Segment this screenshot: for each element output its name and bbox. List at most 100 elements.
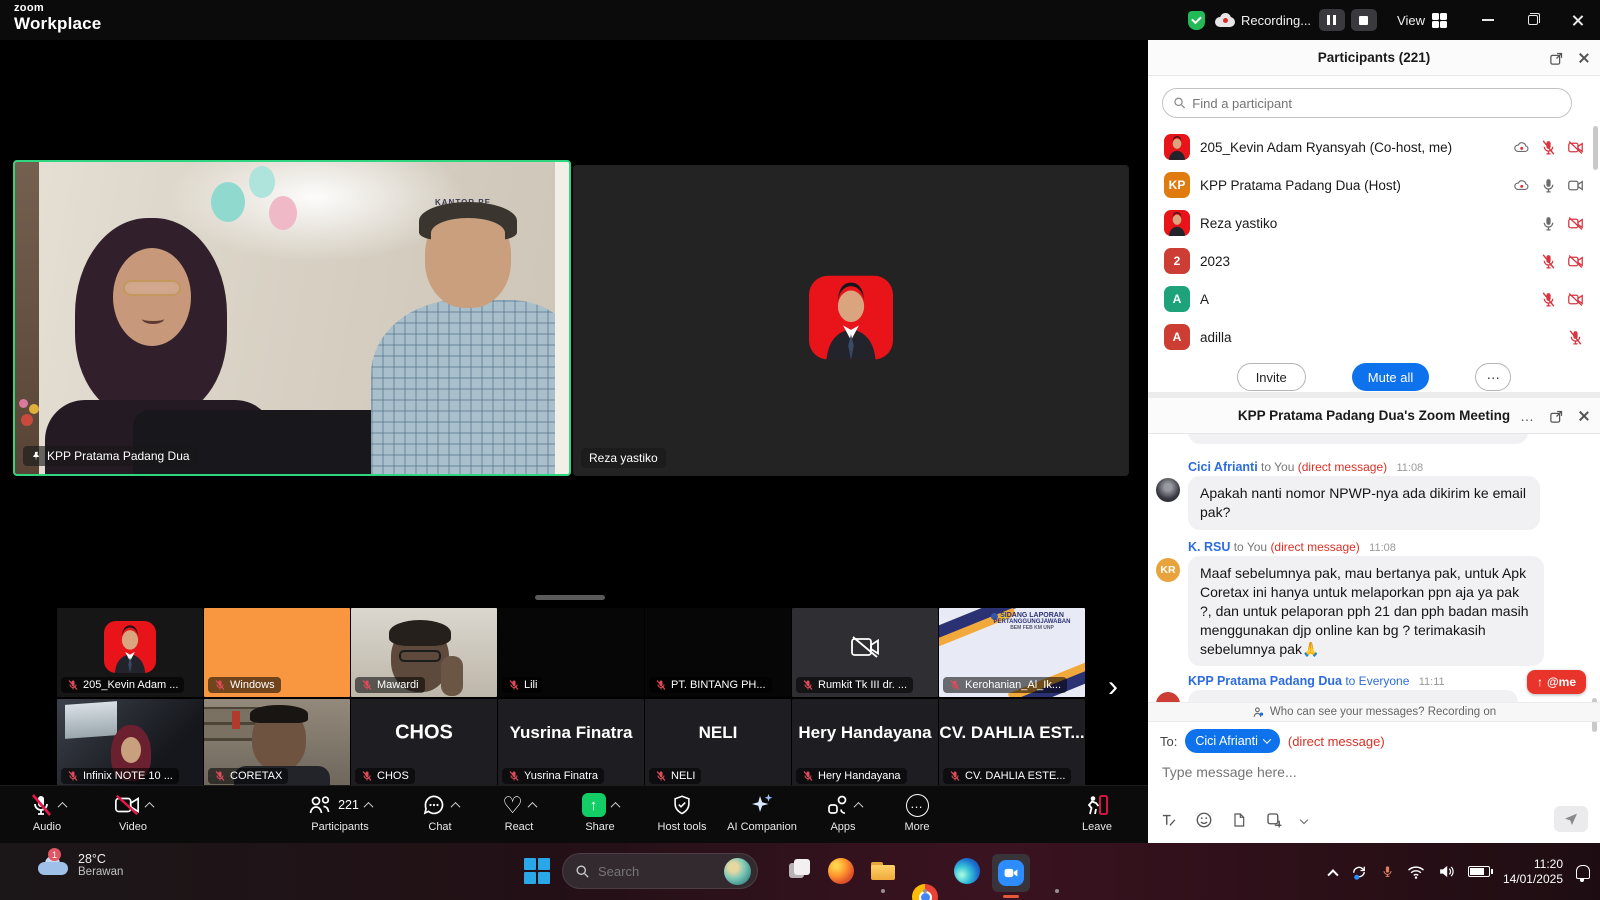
message-bubble: Maaf sebelumnya pak, mau bertanya pak, u… [1188,556,1544,666]
sender-name[interactable]: Cici Afrianti [1188,460,1258,474]
react-options-chevron[interactable] [527,801,537,811]
audio-button[interactable]: Audio [2,791,92,841]
close-button[interactable] [1555,0,1600,40]
filmstrip-drag-handle[interactable] [535,595,605,600]
send-button[interactable] [1554,806,1588,832]
firefox-icon[interactable] [828,858,854,884]
participant-row[interactable]: 2 2023 [1148,242,1600,280]
chat-menu-icon[interactable]: … [1520,411,1535,421]
video-tile[interactable]: Windows [204,608,350,697]
video-tile[interactable]: 205_Kevin Adam ... [57,608,203,697]
task-view-button[interactable] [786,858,812,884]
wifi-icon[interactable] [1407,865,1425,879]
more-dots-icon: … [906,794,929,817]
participant-search[interactable] [1162,88,1572,118]
microphone-tray-icon[interactable] [1381,863,1394,880]
video-button[interactable]: Video [88,791,178,841]
participant-video-tile-reza[interactable]: Reza yastiko [573,165,1129,476]
chat-title: KPP Pratama Padang Dua's Zoom Meeting [1238,408,1510,423]
view-button-label[interactable]: View [1397,13,1425,28]
jump-to-mention-button[interactable]: ↑ @me [1527,670,1586,694]
screenshot-icon[interactable] [1265,811,1283,829]
recipient: to Everyone [1345,674,1409,688]
video-tile[interactable]: Lili [498,608,644,697]
maximize-button[interactable] [1510,0,1555,40]
battery-icon[interactable] [1468,866,1490,877]
audio-options-chevron[interactable] [57,801,67,811]
participant-row[interactable]: Reza yastiko [1148,204,1600,242]
participant-row[interactable]: A adilla [1148,318,1600,356]
participants-options-chevron[interactable] [363,801,373,811]
share-options-chevron[interactable] [610,801,620,811]
file-attach-icon[interactable] [1231,811,1247,829]
popout-icon[interactable] [1549,409,1564,424]
tile-center-name: NELI [645,723,791,743]
apps-options-chevron[interactable] [853,801,863,811]
mic-on-icon [1540,177,1557,194]
avatar [1164,134,1190,160]
leave-button[interactable]: Leave [1052,791,1142,841]
active-speaker-tile[interactable]: KANTOR PE PAJAK PR PAD KPP Pratama Padan… [13,160,571,476]
avatar: A [1164,286,1190,312]
video-tile[interactable]: CORETAX [204,699,350,788]
minimize-button[interactable] [1465,0,1510,40]
participant-row[interactable]: A A [1148,280,1600,318]
stop-recording-button[interactable] [1351,9,1377,31]
chat-privacy-note[interactable]: Who can see your messages? Recording on [1148,702,1600,722]
sender-name[interactable]: KPP Pratama Padang Dua [1188,674,1342,688]
video-tile[interactable]: Yusrina Finatra Yusrina Finatra [498,699,644,788]
view-grid-icon[interactable] [1432,13,1447,28]
participant-search-input[interactable] [1192,96,1561,111]
weather-widget[interactable]: 1 28°C Berawan [38,852,123,878]
video-tile[interactable]: PT. BINTANG PH... [645,608,791,697]
react-button[interactable]: ♡ React [474,791,564,841]
video-tile[interactable]: Infinix NOTE 10 ... [57,699,203,788]
chat-button[interactable]: Chat [395,791,485,841]
chat-messages[interactable]: Cici Afrianti to You (direct message) 11… [1148,434,1600,702]
popout-icon[interactable] [1549,51,1564,66]
video-tile[interactable]: CHOS CHOS [351,699,497,788]
sync-icon[interactable] [1350,863,1368,881]
speaker-icon[interactable] [1438,864,1455,879]
participants-scrollbar[interactable] [1593,126,1598,170]
mute-all-button[interactable]: Mute all [1352,363,1430,391]
recipient-dropdown[interactable]: Cici Afrianti [1185,729,1280,753]
clock-widget[interactable]: 11:20 14/01/2025 [1503,857,1563,887]
close-panel-icon[interactable] [1578,52,1590,64]
invite-button[interactable]: Invite [1237,363,1306,391]
hidden-icons-chevron[interactable] [1327,869,1338,880]
file-explorer-icon[interactable] [870,858,896,884]
video-tile[interactable]: NELI NELI [645,699,791,788]
chat-options-chevron[interactable] [450,801,460,811]
coretax-binder [232,711,240,729]
participants-more-button[interactable]: … [1475,363,1511,391]
video-options-chevron[interactable] [144,801,154,811]
participant-row[interactable]: KP KPP Pratama Padang Dua (Host) [1148,166,1600,204]
mic-off-icon [361,679,373,691]
chat-message-input[interactable] [1162,764,1582,780]
more-button[interactable]: … More [872,791,962,841]
banner-text: SIDANG LAPORAN PERTANGGUNGJAWABAN BEM FE… [982,612,1082,631]
participants-button[interactable]: 221 Participants [285,791,395,841]
close-panel-icon[interactable] [1578,410,1590,422]
right-sidebar: Participants (221) 205_Kevin Adam Ryansy… [1148,40,1600,843]
taskbar-search[interactable] [562,853,758,889]
video-tile[interactable]: Hery Handayana Hery Handayana [792,699,938,788]
edge-icon[interactable] [954,858,980,884]
zoom-app-taskbar-button[interactable] [992,854,1030,892]
emoji-icon[interactable] [1195,811,1213,829]
format-text-icon[interactable] [1160,812,1177,829]
notification-bell-icon[interactable] [1576,865,1590,879]
share-button[interactable]: ↑ Share [555,791,645,841]
pause-recording-button[interactable] [1319,9,1345,31]
video-tile[interactable]: CV. DAHLIA EST... CV. DAHLIA ESTE... [939,699,1085,788]
taskbar-search-input[interactable] [598,864,708,879]
video-tile[interactable]: Mawardi [351,608,497,697]
next-page-arrow[interactable]: › [1108,672,1118,702]
participant-row[interactable]: 205_Kevin Adam Ryansyah (Co-host, me) [1148,128,1600,166]
video-tile[interactable]: Rumkit Tk III dr. ... [792,608,938,697]
sender-name[interactable]: K. RSU [1188,540,1230,554]
video-tile[interactable]: SIDANG LAPORAN PERTANGGUNGJAWABAN BEM FE… [939,608,1085,697]
start-button[interactable] [524,858,550,884]
more-compose-options-chevron[interactable] [1300,816,1308,824]
